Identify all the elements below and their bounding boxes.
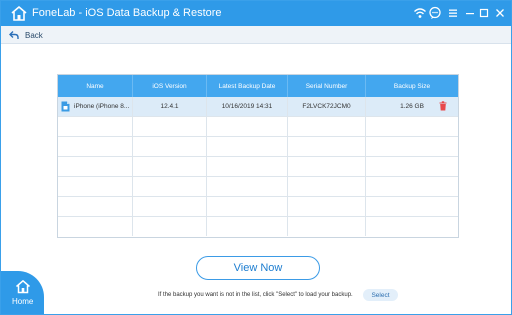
back-bar: Back	[1, 26, 511, 44]
app-window: FoneLab - iOS Data Backup & Restore Back…	[0, 0, 512, 315]
home-icon	[16, 280, 30, 294]
column-header-name[interactable]: Name	[58, 75, 133, 97]
menu-icon[interactable]	[446, 6, 460, 20]
minimize-icon[interactable]	[463, 6, 477, 20]
back-button[interactable]: Back	[9, 28, 43, 42]
select-button[interactable]: Select	[363, 289, 398, 301]
view-now-button[interactable]: View Now	[196, 256, 320, 280]
serial-number-cell: F2LVCK72JCM0	[288, 97, 366, 116]
back-label: Back	[25, 30, 43, 40]
close-icon[interactable]	[493, 6, 507, 20]
table-row[interactable]: iPhone (iPhone 8... 12.4.1 10/16/2019 14…	[58, 97, 458, 117]
backup-table: Name iOS Version Latest Backup Date Seri…	[57, 74, 459, 238]
app-title: FoneLab - iOS Data Backup & Restore	[32, 7, 222, 19]
maximize-icon[interactable]	[477, 6, 491, 20]
column-header-ios-version[interactable]: iOS Version	[133, 75, 207, 97]
empty-row	[58, 197, 458, 217]
empty-row	[58, 117, 458, 137]
column-header-latest-backup-date[interactable]: Latest Backup Date	[207, 75, 288, 97]
select-hint-text: If the backup you want is not in the lis…	[158, 292, 353, 298]
backup-date-cell: 10/16/2019 14:31	[207, 97, 288, 116]
empty-row	[58, 137, 458, 157]
ios-version-cell: 12.4.1	[133, 97, 207, 116]
back-arrow-icon	[9, 31, 19, 39]
column-header-serial-number[interactable]: Serial Number	[288, 75, 366, 97]
name-cell: iPhone (iPhone 8...	[58, 97, 133, 116]
home-label: Home	[12, 297, 34, 306]
wifi-icon[interactable]	[413, 6, 427, 20]
chat-icon[interactable]	[428, 6, 442, 20]
empty-row	[58, 217, 458, 237]
backup-file-icon	[61, 101, 70, 112]
device-name: iPhone (iPhone 8...	[74, 103, 130, 110]
home-icon[interactable]	[10, 5, 28, 22]
empty-row	[58, 157, 458, 177]
column-header-backup-size[interactable]: Backup Size	[366, 75, 458, 97]
backup-size-value: 1.26 GB	[400, 103, 424, 110]
empty-row	[58, 177, 458, 197]
home-button[interactable]: Home	[1, 271, 44, 314]
backup-size-cell: 1.26 GB	[366, 97, 458, 116]
title-bar: FoneLab - iOS Data Backup & Restore	[1, 1, 511, 26]
delete-icon[interactable]	[439, 101, 447, 111]
table-header: Name iOS Version Latest Backup Date Seri…	[58, 75, 458, 97]
